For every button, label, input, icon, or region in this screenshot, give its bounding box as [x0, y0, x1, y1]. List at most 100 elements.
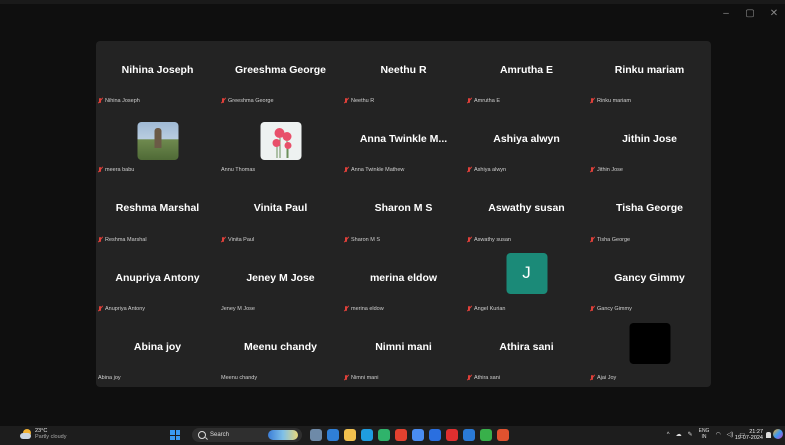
participant-tile[interactable]: Jeney M Jose Jeney M Jose	[219, 249, 342, 318]
muted-mic-icon	[467, 98, 471, 104]
participant-tile[interactable]: Gancy Gimmy Gancy Gimmy	[588, 249, 711, 318]
taskbar-search[interactable]: Search	[192, 428, 302, 442]
participant-tile[interactable]: J Angel Kurian	[465, 249, 588, 318]
participant-name-label: Rinku mariam	[590, 98, 631, 104]
muted-mic-icon	[344, 236, 348, 243]
clock[interactable]: 21:27 19-07-2024	[735, 429, 763, 441]
pinned-app-icon[interactable]	[310, 429, 322, 441]
participant-video-off	[629, 322, 670, 364]
participant-tile[interactable]: Reshma Marshal Reshma Marshal	[96, 179, 219, 248]
participant-name-text: Athira sani	[474, 374, 500, 381]
participant-tile[interactable]: Greeshma George Greeshma George	[219, 41, 342, 110]
participant-tile[interactable]: meera babu	[96, 110, 219, 179]
pinned-app-icon[interactable]	[344, 429, 356, 441]
chevron-up-icon[interactable]: ^	[667, 432, 670, 438]
participant-name-label: Amrutha E	[467, 98, 500, 104]
participant-tile[interactable]: Meenu chandy Meenu chandy	[219, 318, 342, 387]
participant-tile[interactable]: Sharon M S Sharon M S	[342, 179, 465, 248]
participant-tile[interactable]: Nihina Joseph Nihina Joseph	[96, 41, 219, 110]
muted-mic-icon	[344, 305, 348, 312]
muted-mic-icon	[590, 305, 594, 312]
participant-tile[interactable]: Annu Thomas	[219, 110, 342, 179]
participant-name-text: Ashiya alwyn	[474, 167, 507, 174]
muted-mic-icon	[467, 305, 471, 312]
minimize-icon[interactable]: –	[721, 8, 731, 19]
participant-name-label: Aswathy susan	[467, 236, 511, 243]
muted-mic-icon	[98, 98, 102, 104]
pinned-app-icon[interactable]	[463, 429, 475, 441]
muted-mic-icon	[98, 167, 102, 173]
participant-tile[interactable]: Neethu R Neethu R	[342, 41, 465, 110]
participant-name-text: meera babu	[105, 167, 135, 174]
close-icon[interactable]: ✕	[769, 8, 779, 19]
participant-name-label: Tisha George	[590, 236, 630, 243]
pinned-app-icon[interactable]	[378, 429, 390, 441]
language-indicator[interactable]: ENG IN	[699, 428, 710, 440]
participant-display-name: Reshma Marshal	[115, 202, 200, 215]
participant-tile[interactable]: Aswathy susan Aswathy susan	[465, 179, 588, 248]
pinned-app-icon[interactable]	[361, 429, 373, 441]
volume-icon[interactable]: ◁)	[727, 431, 734, 438]
muted-mic-icon	[344, 167, 348, 173]
weather-desc: Partly cloudy	[35, 434, 67, 440]
participant-tile[interactable]: Anna Twinkle M... Anna Twinkle Mathew	[342, 110, 465, 179]
participant-display-name: Sharon M S	[374, 202, 433, 215]
search-highlight-art	[268, 430, 298, 440]
participant-name-text: Jeney M Jose	[221, 305, 255, 312]
muted-mic-icon	[98, 305, 102, 312]
participant-display-name: Neethu R	[380, 64, 427, 76]
participant-tile[interactable]: Abina joy Abina joy	[96, 318, 219, 387]
windows-start-icon[interactable]	[170, 430, 180, 440]
notification-bell-icon[interactable]	[766, 432, 771, 438]
participant-tile[interactable]: Jithin Jose Jithin Jose	[588, 110, 711, 179]
muted-mic-icon	[98, 236, 102, 243]
participant-tile[interactable]: Rinku mariam Rinku mariam	[588, 41, 711, 110]
pinned-app-icon[interactable]	[327, 429, 339, 441]
pinned-app-icon[interactable]	[480, 429, 492, 441]
participant-name-text: Amrutha E	[474, 98, 500, 105]
copilot-icon[interactable]	[773, 429, 783, 439]
participant-name-label: Vinita Paul	[221, 236, 254, 243]
participant-tile[interactable]: Nimni mani Nimni mani	[342, 318, 465, 387]
participant-tile[interactable]: merina eldow merina eldow	[342, 249, 465, 318]
wifi-icon[interactable]: ◠	[715, 431, 720, 438]
weather-widget[interactable]: 23°C Partly cloudy	[20, 428, 67, 440]
participant-name-label: Annu Thomas	[221, 167, 255, 173]
participant-tile[interactable]: Vinita Paul Vinita Paul	[219, 179, 342, 248]
pen-icon[interactable]: ✎	[688, 431, 693, 438]
participant-tile[interactable]: Athira sani Athira sani	[465, 318, 588, 387]
participant-name-label: merina eldow	[344, 305, 384, 312]
maximize-icon[interactable]: ▢	[745, 8, 755, 19]
system-tray: ^ ☁ ✎ ENG IN ◠ ◁) ▭	[667, 428, 745, 440]
cloud-icon[interactable]: ☁	[676, 431, 682, 438]
participant-name-text: Sharon M S	[351, 236, 381, 243]
muted-mic-icon	[590, 98, 594, 104]
participant-tile[interactable]: Ashiya alwyn Ashiya alwyn	[465, 110, 588, 179]
participant-display-name: merina eldow	[369, 271, 438, 284]
participant-name-label: Athira sani	[467, 374, 500, 381]
pinned-apps	[310, 429, 509, 441]
participant-tile[interactable]: Ajai Joy	[588, 318, 711, 387]
participant-tile[interactable]: Tisha George Tisha George	[588, 179, 711, 248]
pinned-app-icon[interactable]	[412, 429, 424, 441]
participant-name-text: Anna Twinkle Mathew	[351, 167, 405, 174]
muted-mic-icon	[467, 236, 471, 243]
participant-name-label: Jithin Jose	[590, 167, 623, 173]
pinned-app-icon[interactable]	[446, 429, 458, 441]
pinned-app-icon[interactable]	[497, 429, 509, 441]
participant-name-label: Anna Twinkle Mathew	[344, 167, 404, 173]
participant-avatar: J	[506, 252, 547, 294]
participant-name-text: Nihina Joseph	[105, 98, 140, 105]
participant-name-text: Jithin Jose	[597, 167, 623, 174]
pinned-app-icon[interactable]	[395, 429, 407, 441]
muted-mic-icon	[467, 374, 471, 381]
participant-name-text: merina eldow	[351, 305, 384, 312]
pinned-app-icon[interactable]	[429, 429, 441, 441]
participant-name-text: Meenu chandy	[221, 374, 258, 381]
participant-display-name: Meenu chandy	[244, 340, 317, 353]
participant-tile[interactable]: Anupriya Antony Anupriya Antony	[96, 249, 219, 318]
participant-tile[interactable]: Amrutha E Amrutha E	[465, 41, 588, 110]
lang-region: IN	[701, 433, 707, 440]
participant-name-label: Gancy Gimmy	[590, 305, 632, 312]
participant-name-label: Greeshma George	[221, 98, 274, 104]
